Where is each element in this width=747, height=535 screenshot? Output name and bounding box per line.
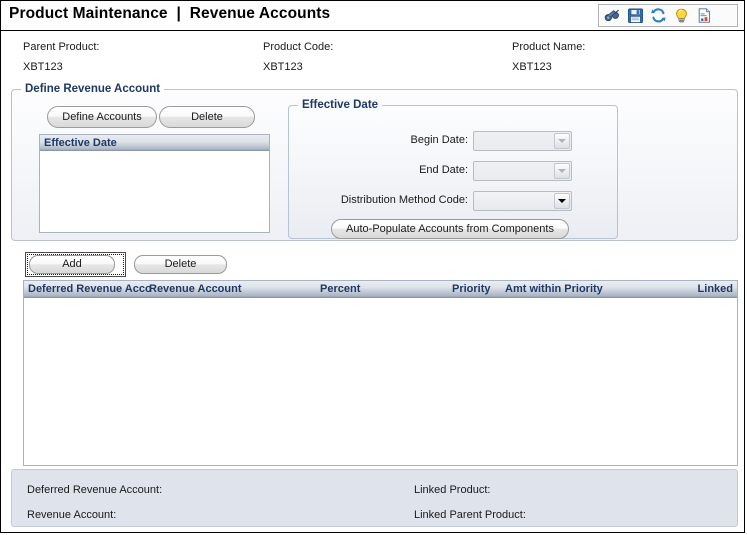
product-info-strip: Parent Product: XBT123 Product Code: XBT…: [1, 32, 744, 82]
product-name-field: Product Name: XBT123: [512, 41, 585, 73]
parent-product-value: XBT123: [23, 61, 63, 73]
toolbar: [598, 4, 738, 27]
add-row-button[interactable]: Add: [29, 255, 115, 274]
delete-row-button[interactable]: Delete: [134, 255, 227, 274]
detail-panel: Deferred Revenue Account: Revenue Accoun…: [11, 469, 738, 527]
effective-date-list-header[interactable]: Effective Date: [40, 135, 269, 151]
linked-parent-product-label: Linked Parent Product:: [414, 509, 526, 521]
define-accounts-button[interactable]: Define Accounts: [47, 106, 157, 128]
effective-date-legend: Effective Date: [298, 99, 383, 111]
deferred-revenue-account-label: Deferred Revenue Account:: [27, 484, 163, 496]
report-icon[interactable]: [696, 7, 713, 24]
delete-effective-date-button[interactable]: Delete: [159, 106, 255, 128]
distribution-method-chevron-down-icon[interactable]: [554, 193, 570, 209]
parent-product-field: Parent Product: XBT123: [23, 41, 99, 73]
end-date-row: End Date:: [301, 161, 468, 181]
begin-date-row: Begin Date:: [301, 131, 468, 151]
end-date-label: End Date:: [419, 164, 468, 176]
column-header-revenue-account[interactable]: Revenue Account: [149, 283, 242, 295]
column-header-priority[interactable]: Priority: [452, 283, 491, 295]
begin-date-label: Begin Date:: [410, 134, 468, 146]
column-header-linked[interactable]: Linked: [698, 283, 733, 295]
product-name-value: XBT123: [512, 61, 552, 73]
column-header-amt-within-priority[interactable]: Amt within Priority: [505, 283, 603, 295]
effective-date-list[interactable]: Effective Date: [39, 134, 270, 233]
binoculars-icon[interactable]: [604, 7, 621, 24]
lightbulb-icon[interactable]: [673, 7, 690, 24]
product-name-label: Product Name:: [512, 41, 586, 53]
page-title: Product Maintenance | Revenue Accounts: [9, 5, 331, 22]
distribution-method-select[interactable]: [473, 191, 572, 211]
distribution-method-row: Distribution Method Code:: [301, 191, 468, 211]
accounts-grid[interactable]: Deferred Revenue Acco Revenue Account Pe…: [23, 280, 738, 466]
product-code-label: Product Code:: [263, 41, 334, 53]
revenue-account-label: Revenue Account:: [27, 509, 117, 521]
application-window: Product Maintenance | Revenue Accounts P…: [0, 0, 745, 533]
column-header-percent[interactable]: Percent: [320, 283, 360, 295]
begin-date-input[interactable]: [473, 131, 572, 151]
effective-date-column-header: Effective Date: [44, 136, 117, 149]
product-code-value: XBT123: [263, 61, 303, 73]
save-icon[interactable]: [627, 7, 644, 24]
auto-populate-accounts-button[interactable]: Auto-Populate Accounts from Components: [331, 219, 569, 239]
end-date-chevron-down-icon[interactable]: [554, 163, 570, 179]
distribution-method-label: Distribution Method Code:: [340, 194, 468, 206]
refresh-icon[interactable]: [650, 7, 667, 24]
column-header-deferred-revenue-account[interactable]: Deferred Revenue Acco: [28, 283, 152, 295]
product-code-field: Product Code: XBT123: [263, 41, 333, 73]
accounts-grid-header: Deferred Revenue Acco Revenue Account Pe…: [24, 281, 737, 298]
parent-product-label: Parent Product:: [23, 41, 100, 53]
begin-date-chevron-down-icon[interactable]: [554, 133, 570, 149]
accounts-grid-body[interactable]: [24, 298, 737, 465]
end-date-input[interactable]: [473, 161, 572, 181]
title-bar: Product Maintenance | Revenue Accounts: [1, 1, 744, 31]
effective-date-list-body[interactable]: [40, 151, 269, 232]
define-revenue-account-legend: Define Revenue Account: [21, 83, 165, 95]
linked-product-label: Linked Product:: [414, 484, 491, 496]
